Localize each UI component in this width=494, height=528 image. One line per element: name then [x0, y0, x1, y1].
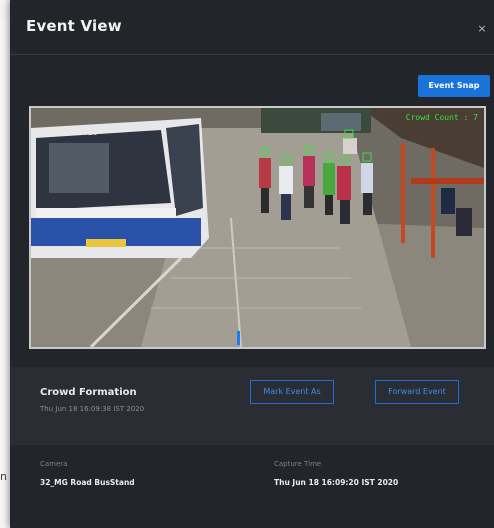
camera-value: 32_MG Road BusStand — [40, 478, 135, 487]
camera-label: Camera — [40, 460, 68, 468]
video-timestamp: 16:09:20 — [59, 128, 98, 137]
capture-time-value: Thu Jun 18 16:09:20 IST 2020 — [274, 478, 399, 487]
event-video-frame[interactable]: 16:09:20 Crowd Count : 7 — [29, 106, 486, 349]
event-snap-button[interactable]: Event Snap — [418, 75, 490, 97]
background-page-left: n — [0, 0, 10, 528]
forward-event-button[interactable]: Forward Event — [375, 380, 459, 404]
crowd-count-label: Crowd Count : 7 — [405, 113, 478, 122]
camera-details: Camera 32_MG Road BusStand — [40, 460, 135, 487]
background-text-fragment: n — [0, 470, 7, 483]
modal-header: Event View × — [10, 0, 494, 55]
video-progress-marker[interactable] — [237, 331, 240, 345]
mark-event-button[interactable]: Mark Event As — [250, 380, 334, 404]
modal-title: Event View — [26, 17, 122, 35]
event-info-bar: Crowd Formation Thu Jun 18 16:09:38 IST … — [10, 367, 494, 445]
camera-snapshot-image — [31, 108, 484, 347]
event-time: Thu Jun 18 16:09:38 IST 2020 — [40, 405, 145, 413]
close-icon[interactable]: × — [476, 23, 488, 35]
capture-time-label: Capture Time — [274, 460, 322, 468]
capture-details: Capture Time Thu Jun 18 16:09:20 IST 202… — [274, 460, 398, 487]
event-view-modal: Event View × Event Snap 16:09:20 Crowd C… — [10, 0, 494, 528]
event-name: Crowd Formation — [40, 387, 137, 398]
